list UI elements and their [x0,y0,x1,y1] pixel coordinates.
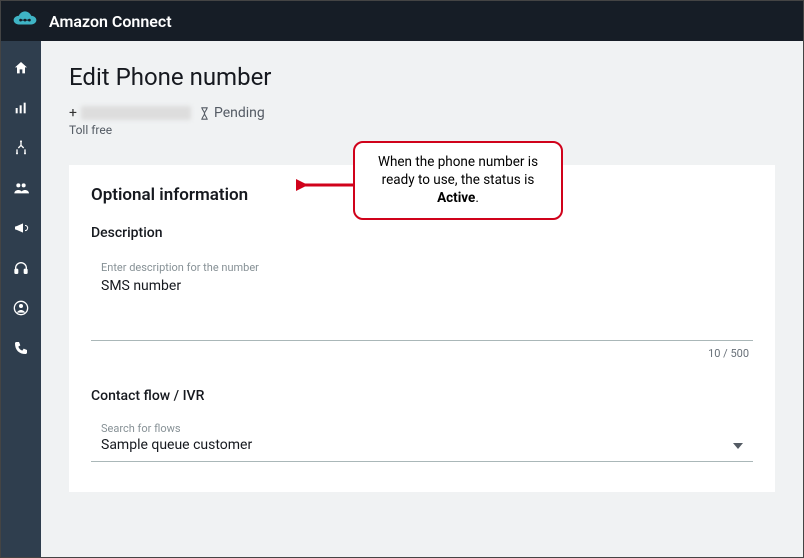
analytics-icon[interactable] [12,99,30,117]
account-icon[interactable] [12,299,30,317]
flow-select[interactable]: Search for flows Sample queue customer [91,414,753,462]
top-bar: Amazon Connect [1,1,803,41]
description-label: Description [91,225,753,241]
status-badge: Pending [199,105,265,121]
description-placeholder: Enter description for the number [101,261,743,274]
page-title: Edit Phone number [69,63,775,91]
phone-number-display: + [69,105,191,121]
headset-icon[interactable] [12,259,30,277]
megaphone-icon[interactable] [12,219,30,237]
description-value: SMS number [101,278,743,294]
connect-logo-icon [11,9,39,33]
users-icon[interactable] [12,179,30,197]
phone-number-redacted [81,106,191,120]
annotation-bold: Active [437,190,475,206]
annotation-callout: When the phone number is ready to use, t… [353,141,563,220]
hourglass-icon [199,107,210,120]
flow-label: Contact flow / IVR [91,388,753,404]
description-input[interactable]: Enter description for the number SMS num… [91,251,753,341]
phone-type-label: Toll free [69,123,775,137]
main-content: Edit Phone number + Pending Toll free Op… [41,41,803,557]
annotation-line1: When the phone number is [378,154,538,170]
status-text: Pending [214,105,265,121]
phone-row: + Pending [69,105,775,121]
annotation-tail: . [475,190,479,206]
brand-title: Amazon Connect [49,12,172,31]
phone-icon[interactable] [12,339,30,357]
sidebar [1,41,41,557]
home-icon[interactable] [12,59,30,77]
routing-icon[interactable] [12,139,30,157]
flow-placeholder: Search for flows [101,422,252,435]
description-char-count: 10 / 500 [91,347,753,360]
annotation-line2: ready to use, the status is [382,172,535,188]
chevron-down-icon [733,443,743,449]
flow-value: Sample queue customer [101,437,252,453]
phone-prefix: + [69,105,77,121]
